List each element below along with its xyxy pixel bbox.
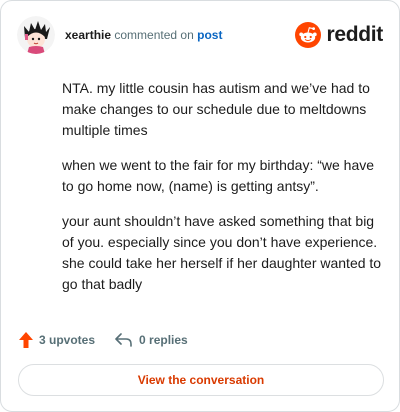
comment-byline: xearthie commented on post [65, 28, 222, 42]
view-conversation-button[interactable]: View the conversation [18, 364, 384, 396]
reply-count: 0 replies [139, 333, 188, 347]
comment-paragraph: when we went to the fair for my birthday… [62, 157, 375, 194]
upvote-arrow-icon [19, 332, 33, 348]
upvote-count: 3 upvotes [39, 333, 96, 347]
reddit-brand[interactable]: reddit [295, 22, 383, 48]
upvote-stat[interactable]: 3 upvotes [19, 332, 95, 348]
comment-paragraph: NTA. my little cousin has autism and we’… [62, 80, 370, 138]
comment-card: xearthie commented on post reddit NTA. m… [0, 0, 400, 412]
byline-action: commented on [114, 28, 194, 42]
author-username[interactable]: xearthie [65, 28, 111, 42]
comment-paragraph: your aunt shouldn’t have asked something… [62, 213, 382, 292]
reply-stat[interactable]: 0 replies [115, 333, 188, 347]
reddit-wordmark: reddit [326, 23, 383, 46]
avatar[interactable] [17, 16, 55, 54]
post-link[interactable]: post [197, 28, 222, 42]
reddit-logo-icon [295, 22, 322, 48]
reply-arrow-icon [115, 333, 132, 347]
comment-stats: 3 upvotes 0 replies [19, 330, 188, 350]
comment-header: xearthie commented on post reddit [17, 15, 383, 55]
avatar-illustration-icon [17, 16, 55, 54]
comment-body: NTA. my little cousin has autism and we’… [62, 78, 382, 309]
